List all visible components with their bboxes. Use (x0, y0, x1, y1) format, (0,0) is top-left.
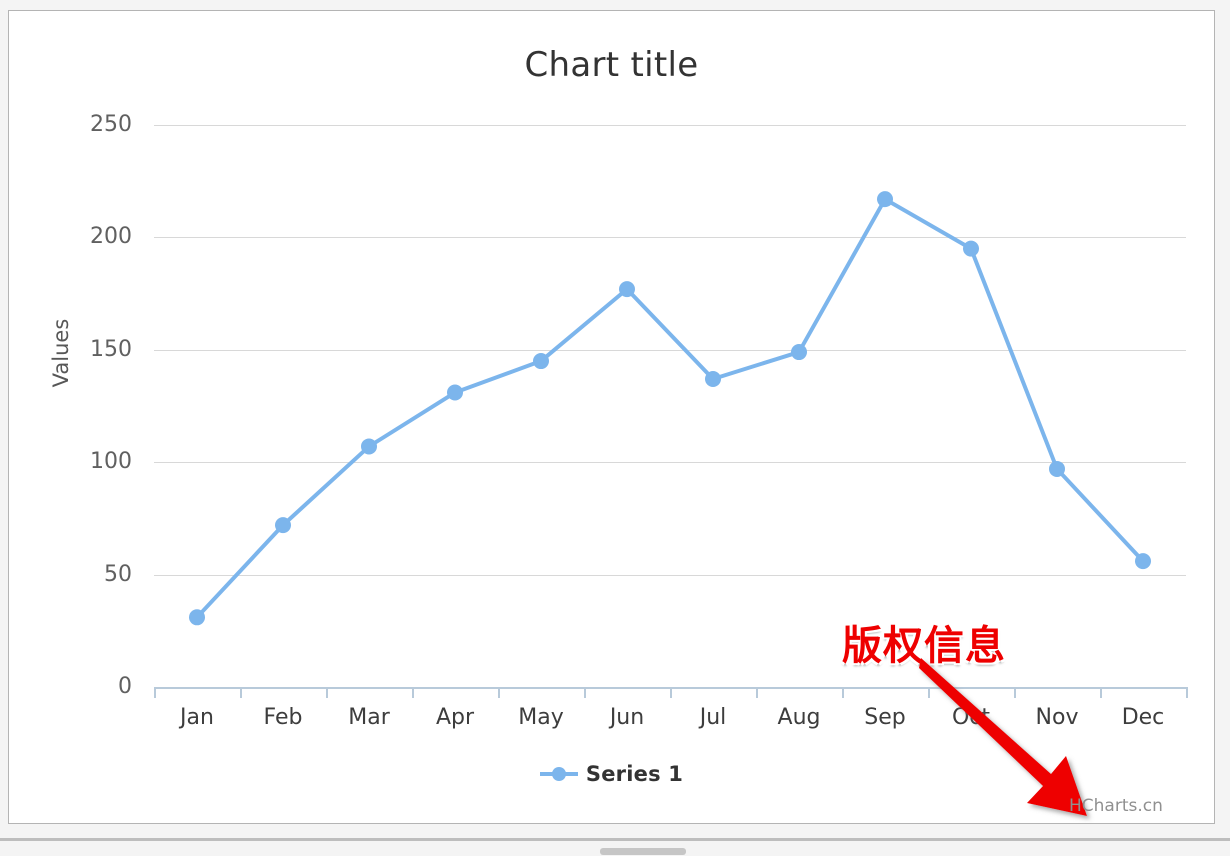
x-tick (928, 687, 930, 698)
data-point-marker[interactable] (619, 281, 635, 298)
data-point-marker[interactable] (791, 344, 807, 361)
data-point-marker[interactable] (447, 384, 463, 401)
x-tick (584, 687, 586, 698)
data-point-marker[interactable] (275, 517, 291, 534)
x-tick (498, 687, 500, 698)
y-axis-tick-labels: 0 50 100 150 200 250 (9, 114, 142, 725)
x-tick-label: Dec (1121, 705, 1165, 730)
data-point-marker[interactable] (877, 191, 893, 208)
y-tick-label: 0 (118, 674, 132, 699)
chart-panel: Chart title 0 50 100 150 200 250 Values Jan Fe… (8, 10, 1215, 824)
y-tick-label: 50 (104, 562, 132, 587)
window-bottom-rule (0, 838, 1230, 841)
legend-item-series-1[interactable]: Series 1 (539, 762, 684, 786)
copyright-annotation-text: 版权信息 (842, 623, 1006, 669)
horizontal-scrollbar-thumb[interactable] (600, 848, 686, 855)
data-point-marker[interactable] (1049, 460, 1065, 477)
data-point-marker[interactable] (533, 353, 549, 370)
data-point-marker[interactable] (189, 609, 205, 626)
x-tick (1014, 687, 1016, 698)
data-point-marker[interactable] (1135, 553, 1151, 570)
y-tick-label: 100 (90, 449, 132, 474)
chart-title: Chart title (524, 45, 699, 85)
x-tick (670, 687, 672, 698)
chart-legend: Series 1 (9, 762, 1214, 786)
y-tick-label: 200 (90, 224, 132, 249)
data-point-marker[interactable] (963, 240, 979, 257)
x-tick (412, 687, 414, 698)
legend-label: Series 1 (585, 762, 684, 786)
watermark-text: HCharts.cn (1069, 796, 1163, 816)
x-tick (842, 687, 844, 698)
x-tick (240, 687, 242, 698)
data-point-marker[interactable] (705, 371, 721, 388)
series-line (195, 197, 1145, 620)
y-axis-title: Values (49, 318, 73, 388)
data-point-marker[interactable] (361, 438, 377, 455)
x-tick (154, 687, 156, 698)
series-line-chart (189, 191, 1151, 626)
chart-window-frame: Chart title 0 50 100 150 200 250 Values Jan Fe… (0, 0, 1230, 856)
x-tick (1100, 687, 1102, 698)
x-tick (756, 687, 758, 698)
legend-marker-icon (539, 767, 578, 781)
x-tick (326, 687, 328, 698)
y-tick-label: 250 (90, 112, 132, 137)
x-tick (1186, 687, 1188, 698)
